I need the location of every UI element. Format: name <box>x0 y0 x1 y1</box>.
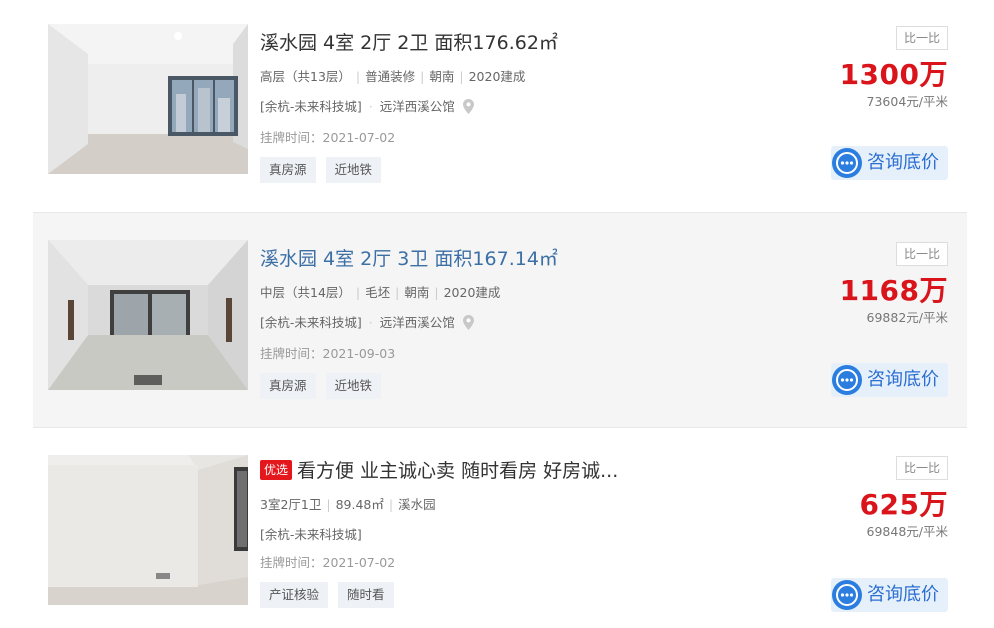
tag-near-subway: 近地铁 <box>325 373 382 399</box>
location-pin-icon[interactable] <box>462 315 474 335</box>
total-price: 625万 <box>859 488 948 521</box>
decoration-info: 普通装修 <box>365 69 416 84</box>
tag-verified: 真房源 <box>260 373 316 399</box>
listing-date: 挂牌时间：2021-07-02 <box>260 555 396 570</box>
listing-photo[interactable] <box>48 24 248 174</box>
featured-badge: 优选 <box>260 460 293 480</box>
district-link[interactable]: [余杭-未来科技城] <box>260 527 362 542</box>
total-price: 1168万 <box>839 274 948 307</box>
listing-date: 挂牌时间：2021-09-03 <box>260 346 396 361</box>
listing-title[interactable]: 优选 看方便 业主诚心卖 随时看房 好房诚... <box>260 456 737 486</box>
listing-tags: 产证核验 随时看 <box>260 582 737 608</box>
community-link[interactable]: 远洋西溪公馆 <box>380 99 455 114</box>
compare-button[interactable]: 比一比 <box>895 456 948 480</box>
tag-view-anytime: 随时看 <box>338 582 394 608</box>
build-year-info: 2020建成 <box>443 285 501 300</box>
listing-address: [余杭-未来科技城] <box>260 526 737 544</box>
listing-title-text[interactable]: 溪水园 4室 2厅 2卫 面积176.62㎡ <box>260 32 558 54</box>
chat-bubble-icon <box>831 364 863 396</box>
tag-certificate-verified: 产证核验 <box>260 582 329 608</box>
listing-card[interactable]: 溪水园 4室 2厅 2卫 面积176.62㎡ 高层（共13层） | 普通装修 | 朝南 |… <box>33 10 967 210</box>
consult-price-label: 咨询底价 <box>867 584 939 605</box>
build-year-info: 2020建成 <box>468 69 526 84</box>
consult-price-button[interactable]: 咨询底价 <box>831 146 948 180</box>
total-price: 1300万 <box>839 58 948 91</box>
listing-title-text[interactable]: 溪水园 4室 2厅 3卫 面积167.14㎡ <box>260 248 558 270</box>
listing-card[interactable]: 优选 看方便 业主诚心卖 随时看房 好房诚... 3室2厅1卫 | 89.48㎡ | 溪水… <box>33 438 967 628</box>
district-link[interactable]: [余杭-未来科技城] <box>260 315 362 330</box>
listing-title[interactable]: 溪水园 4室 2厅 3卫 面积167.14㎡ <box>260 244 737 274</box>
tag-verified: 真房源 <box>260 157 316 183</box>
consult-price-label: 咨询底价 <box>867 369 939 390</box>
unit-price: 69882元/平米 <box>866 310 948 325</box>
chat-bubble-icon <box>831 147 863 179</box>
location-pin-icon[interactable] <box>462 99 474 119</box>
chat-bubble-icon <box>831 579 863 611</box>
community-link[interactable]: 远洋西溪公馆 <box>380 315 455 330</box>
orientation-info: 朝南 <box>404 285 430 300</box>
listing-attributes: 3室2厅1卫 | 89.48㎡ | 溪水园 <box>260 497 436 512</box>
listing-date: 挂牌时间：2021-07-02 <box>260 130 396 145</box>
tag-near-subway: 近地铁 <box>325 157 382 183</box>
listing-attributes: 中层（共14层） | 毛坯 | 朝南 | 2020建成 <box>260 285 501 300</box>
consult-price-button[interactable]: 咨询底价 <box>831 363 948 397</box>
listing-photo[interactable] <box>48 455 248 605</box>
community-link[interactable]: 溪水园 <box>398 497 436 512</box>
listing-title[interactable]: 溪水园 4室 2厅 2卫 面积176.62㎡ <box>260 28 737 58</box>
unit-price: 69848元/平米 <box>866 524 948 539</box>
listing-tags: 真房源 近地铁 <box>260 157 737 183</box>
district-link[interactable]: [余杭-未来科技城] <box>260 99 362 114</box>
listing-title-text[interactable]: 看方便 业主诚心卖 随时看房 好房诚... <box>297 460 618 482</box>
consult-price-button[interactable]: 咨询底价 <box>831 578 948 612</box>
listing-attributes: 高层（共13层） | 普通装修 | 朝南 | 2020建成 <box>260 69 526 84</box>
consult-price-label: 咨询底价 <box>867 152 939 173</box>
unit-price: 73604元/平米 <box>866 94 948 109</box>
compare-button[interactable]: 比一比 <box>895 26 948 50</box>
listing-address: [余杭-未来科技城] · 远洋西溪公馆 <box>260 98 737 119</box>
floor-info: 高层（共13层） <box>260 69 351 84</box>
floor-info: 中层（共14层） <box>260 285 351 300</box>
listing-tags: 真房源 近地铁 <box>260 373 737 399</box>
layout-info: 3室2厅1卫 <box>260 497 322 512</box>
listing-card[interactable]: 溪水园 4室 2厅 3卫 面积167.14㎡ 中层（共14层） | 毛坯 | 朝南 | 20… <box>33 212 967 428</box>
decoration-info: 毛坯 <box>365 285 391 300</box>
listing-photo[interactable] <box>48 240 248 390</box>
listing-address: [余杭-未来科技城] · 远洋西溪公馆 <box>260 314 737 335</box>
area-info: 89.48㎡ <box>335 497 384 512</box>
orientation-info: 朝南 <box>429 69 455 84</box>
compare-button[interactable]: 比一比 <box>895 242 948 266</box>
